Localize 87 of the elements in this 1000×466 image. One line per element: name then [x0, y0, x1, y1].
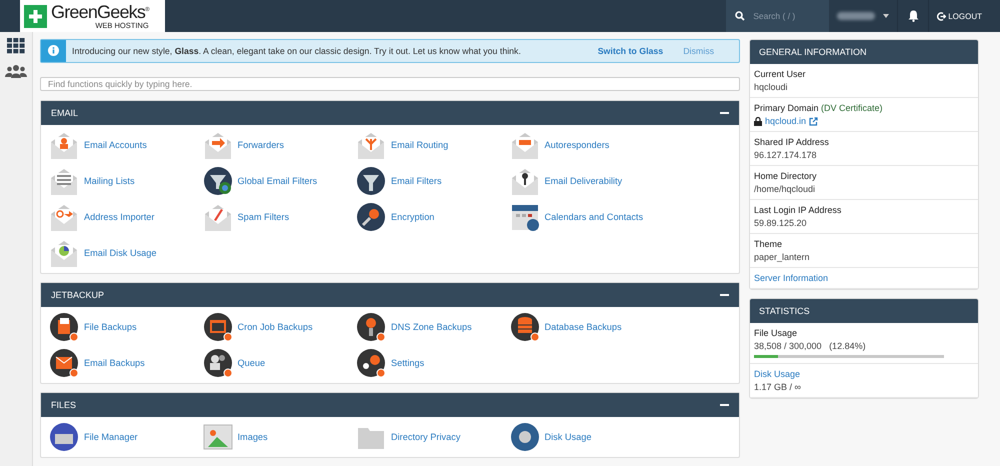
function-link[interactable]: Mailing Lists	[49, 165, 202, 197]
grid-icon[interactable]	[7, 38, 25, 54]
function-link[interactable]: Spam Filters	[202, 201, 356, 233]
function-link[interactable]: Database Backups	[510, 311, 663, 343]
function-link[interactable]: Disk Usage	[510, 421, 663, 453]
section-title: FILES	[51, 400, 76, 410]
info-label: File Usage	[754, 328, 798, 338]
function-link[interactable]: Global Email Filters	[202, 165, 356, 197]
lock-icon	[754, 116, 762, 126]
function-link[interactable]: Email Routing	[356, 129, 510, 161]
function-icon	[49, 130, 79, 160]
logout-button[interactable]: LOGOUT	[929, 0, 1000, 32]
info-value: 1.17 GB / ∞	[754, 382, 802, 392]
info-label: Home Directory	[754, 171, 818, 181]
caret-icon[interactable]	[883, 14, 890, 18]
function-link[interactable]: Autoresponders	[510, 129, 663, 161]
function-link[interactable]: Calendars and Contacts	[510, 201, 663, 233]
function-icon	[49, 202, 79, 232]
function-link[interactable]: File Backups	[49, 311, 202, 343]
function-link[interactable]: Email Deliverability	[510, 165, 663, 197]
info-label: Primary Domain (DV Certificate)	[754, 103, 884, 113]
function-link[interactable]: Encryption	[356, 201, 510, 233]
logout-icon	[937, 12, 946, 20]
users-icon[interactable]	[5, 64, 27, 78]
section-title: EMAIL	[51, 108, 78, 118]
function-icon	[356, 166, 386, 196]
info-label: Current User	[754, 69, 807, 79]
info-value: 38,508 / 300,000 (12.84%)	[754, 341, 867, 351]
function-icon	[202, 422, 232, 452]
function-link[interactable]: Images	[202, 421, 356, 453]
domain-link[interactable]: hqcloud.in	[765, 116, 806, 126]
function-icon	[202, 348, 232, 378]
function-link[interactable]: Queue	[202, 347, 356, 379]
function-icon	[202, 130, 232, 160]
function-search-field[interactable]: Find functions quickly by typing here.	[40, 76, 740, 91]
function-link[interactable]: Email Accounts	[49, 129, 202, 161]
section-title: JETBACKUP	[51, 290, 104, 300]
function-icon	[356, 202, 386, 232]
blurred-username[interactable]	[837, 12, 876, 20]
info-label: Shared IP Address	[754, 137, 830, 147]
function-icon	[202, 202, 232, 232]
search-input[interactable]: Search ( / )	[751, 10, 826, 22]
function-icon	[49, 422, 79, 452]
function-link[interactable]: Directory Privacy	[356, 421, 510, 453]
panel-header: GENERAL INFORMATION	[750, 40, 978, 64]
notice-text: Introducing our new style, Glass. A clean, elegant take on our classic design. Try it out. Let us know what you think.	[71, 46, 522, 56]
server-information-link[interactable]: Server Information	[754, 273, 974, 283]
function-link[interactable]: Cron Job Backups	[202, 311, 356, 343]
function-icon	[356, 312, 386, 342]
function-icon	[510, 422, 540, 452]
info-icon	[48, 45, 59, 56]
function-link[interactable]: Email Filters	[356, 165, 510, 197]
info-value: /home/hqcloudi	[754, 184, 816, 194]
info-label: Last Login IP Address	[754, 205, 842, 215]
search-icon	[735, 11, 746, 21]
info-value: 96.127.174.178	[754, 150, 818, 160]
function-link[interactable]: File Manager	[49, 421, 202, 453]
function-link[interactable]: Email Disk Usage	[49, 237, 202, 269]
function-icon	[510, 130, 540, 160]
info-label: Disk Usage	[754, 369, 802, 379]
logo-name: GreenGeeks$^{®}$	[51, 2, 149, 21]
function-icon	[49, 238, 79, 268]
external-link-icon[interactable]	[809, 116, 818, 126]
function-link[interactable]: DNS Zone Backups	[356, 311, 510, 343]
function-icon	[49, 166, 79, 196]
function-icon	[510, 312, 540, 342]
search-field[interactable]: Search ( / )	[726, 0, 830, 32]
function-icon	[356, 130, 386, 160]
dismiss-link[interactable]: Dismiss	[683, 46, 714, 56]
function-icon	[510, 202, 540, 232]
function-link[interactable]: Forwarders	[202, 129, 356, 161]
function-icon	[49, 312, 79, 342]
function-link[interactable]: Settings	[356, 347, 510, 379]
switch-to-glass-link[interactable]: Switch to Glass	[598, 46, 664, 56]
info-value: hqcloudi	[754, 82, 789, 92]
function-link[interactable]: Email Backups	[49, 347, 202, 379]
function-icon	[202, 312, 232, 342]
bell-icon[interactable]	[908, 10, 919, 22]
info-value: paper_lantern	[754, 252, 811, 262]
info-value: 59.89.125.20	[754, 218, 808, 228]
panel-header: STATISTICS	[750, 299, 978, 323]
function-icon	[202, 166, 232, 196]
function-icon	[356, 348, 386, 378]
info-label: Theme	[754, 239, 784, 249]
function-icon	[49, 348, 79, 378]
function-link[interactable]: Address Importer	[49, 201, 202, 233]
function-icon	[510, 166, 540, 196]
